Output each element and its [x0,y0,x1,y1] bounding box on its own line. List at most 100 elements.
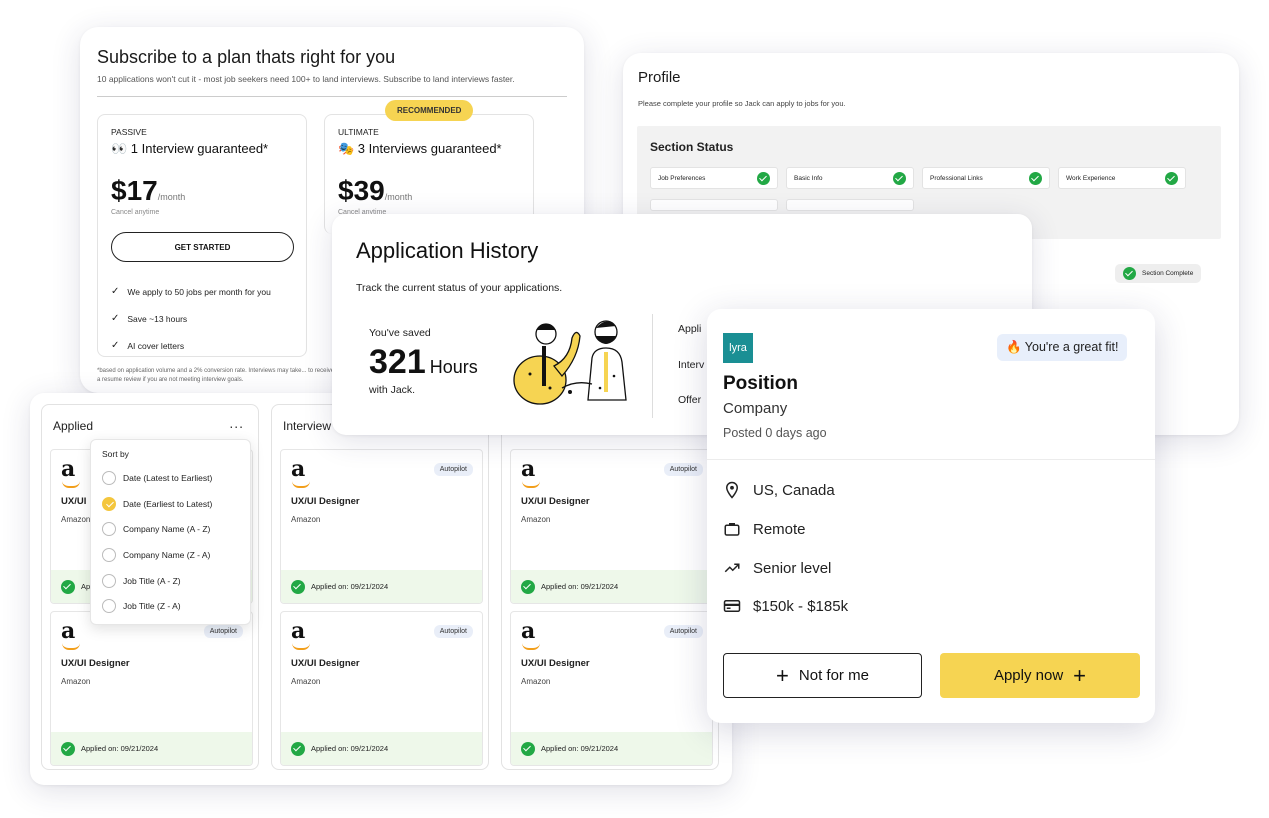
check-circle-icon [291,579,305,594]
profile-title: Profile [638,69,681,86]
apply-now-button[interactable]: Apply now + [940,653,1140,698]
job-company: Amazon [61,515,91,524]
posted-date: Posted 0 days ago [723,426,827,440]
check-circle-icon [1123,267,1136,280]
job-role: UX/UI Designer [521,658,590,669]
plan-guarantee: 🎭 3 Interviews guaranteed* [338,141,502,156]
job-company: Amazon [291,677,321,686]
plan-tier: PASSIVE [111,127,147,137]
feature-list: ✓ We apply to 50 jobs per month for you ✓… [111,278,271,359]
job-company: Amazon [521,515,551,524]
job-level: Senior level [723,559,831,577]
applied-date: Applied on: 09/21/2024 [511,732,712,765]
autopilot-badge: Autopilot [663,625,703,638]
job-card[interactable]: a Autopilot UX/UI Designer Amazon Applie… [510,449,713,604]
profile-subtitle: Please complete your profile so Jack can… [638,99,846,108]
history-subtitle: Track the current status of your applica… [356,282,563,294]
plus-icon: + [776,662,789,688]
status-chip-hidden[interactable] [786,199,914,211]
job-card[interactable]: a Autopilot UX/UI Designer Amazon Applie… [50,611,253,766]
job-role: UX/UI Designer [61,658,130,669]
job-work-mode: Remote [723,520,806,538]
section-complete-badge: Section Complete [1115,264,1202,283]
job-salary: $150k - $185k [723,597,848,615]
job-detail-card: lyra 🔥 You're a great fit! Position Comp… [707,309,1155,723]
status-chip-professional-links[interactable]: Professional Links [922,167,1050,189]
position-title: Position [723,373,798,394]
job-location: US, Canada [723,481,835,499]
radio-checked-icon [102,496,116,511]
job-company: Amazon [61,677,91,686]
subscribe-subtitle: 10 applications won't cut it - most job … [97,74,567,97]
get-started-button[interactable]: GET STARTED [111,232,294,262]
plan-cancel-note: Cancel anytime [111,209,160,216]
amazon-logo: a [291,456,311,488]
autopilot-badge: Autopilot [433,625,473,638]
check-circle-icon [291,741,305,756]
plan-price: $39/month [338,175,413,206]
job-card[interactable]: a Autopilot UX/UI Designer Amazon Applie… [280,449,483,604]
checkmark-icon: ✓ [111,340,120,351]
job-company: Amazon [291,515,321,524]
job-role: UX/UI Designer [291,496,360,507]
status-chip-basic-info[interactable]: Basic Info [786,167,914,189]
sort-option[interactable]: Date (Latest to Earliest) [102,465,239,491]
not-for-me-button[interactable]: + Not for me [723,653,922,698]
sort-option[interactable]: Job Title (A - Z) [102,568,239,594]
check-circle-icon [893,171,906,185]
amazon-logo: a [291,618,311,650]
checkmark-icon: ✓ [111,313,120,324]
job-card[interactable]: a Autopilot UX/UI Designer Amazon Applie… [280,611,483,766]
sort-option-selected[interactable]: Date (Earliest to Latest) [102,491,239,517]
sort-option[interactable]: Company Name (A - Z) [102,516,239,542]
stat-offers: Offer [678,394,702,406]
divider [707,459,1155,460]
autopilot-badge: Autopilot [203,625,243,638]
more-options-icon[interactable]: ... [229,415,244,431]
trending-up-icon [724,563,740,573]
hours-saved-value: 321 Hours [369,343,478,381]
sort-option[interactable]: Job Title (Z - A) [102,593,239,619]
sort-dropdown: Sort by Date (Latest to Earliest) Date (… [90,439,251,625]
status-chip-job-preferences[interactable]: Job Preferences [650,167,778,189]
applied-date: Applied on: 09/21/2024 [281,570,482,603]
check-circle-icon [521,741,535,756]
sort-option[interactable]: Company Name (Z - A) [102,542,239,568]
column-title: Applied [53,419,94,433]
check-circle-icon [521,579,535,594]
applied-date: Applied on: 09/21/2024 [511,570,712,603]
amazon-logo: a [61,456,81,488]
column-offer: a Autopilot UX/UI Designer Amazon Applie… [501,404,719,770]
status-chip-work-experience[interactable]: Work Experience [1058,167,1186,189]
recommended-badge: RECOMMENDED [385,100,474,121]
checkmark-icon: ✓ [111,286,120,297]
amazon-logo: a [521,618,541,650]
column-interview: Interview a Autopilot UX/UI Designer Ama… [271,404,489,770]
job-role: UX/UI Designer [521,496,590,507]
credit-card-icon [723,600,741,612]
plan-guarantee: 👀 1 Interview guaranteed* [111,141,269,156]
subscribe-title: Subscribe to a plan thats right for you [97,47,396,67]
plan-passive: PASSIVE 👀 1 Interview guaranteed* $17/mo… [97,114,307,357]
briefcase-icon [724,523,740,536]
check-circle-icon [1029,171,1042,185]
high-five-illustration [513,320,627,405]
status-chip-hidden[interactable] [650,199,778,211]
job-card[interactable]: a Autopilot UX/UI Designer Amazon Applie… [510,611,713,766]
location-pin-icon [725,481,739,499]
job-company: Amazon [521,677,551,686]
radio-icon [102,470,116,485]
job-role: UX/UI Designer [291,658,360,669]
check-circle-icon [757,171,770,185]
check-circle-icon [1165,171,1178,185]
amazon-logo: a [61,618,81,650]
kanban-board: Applied ... a UX/UI Amazon Ap a Autopilo… [30,393,732,785]
radio-icon [102,547,116,562]
sort-header: Sort by [102,449,129,459]
radio-icon [102,573,116,588]
subscribe-footnote: *based on application volume and a 2% co… [97,368,335,383]
history-title: Application History [356,238,539,263]
stat-applied: Appli [678,323,702,335]
applied-date: Applied on: 09/21/2024 [51,732,252,765]
divider [652,314,653,418]
